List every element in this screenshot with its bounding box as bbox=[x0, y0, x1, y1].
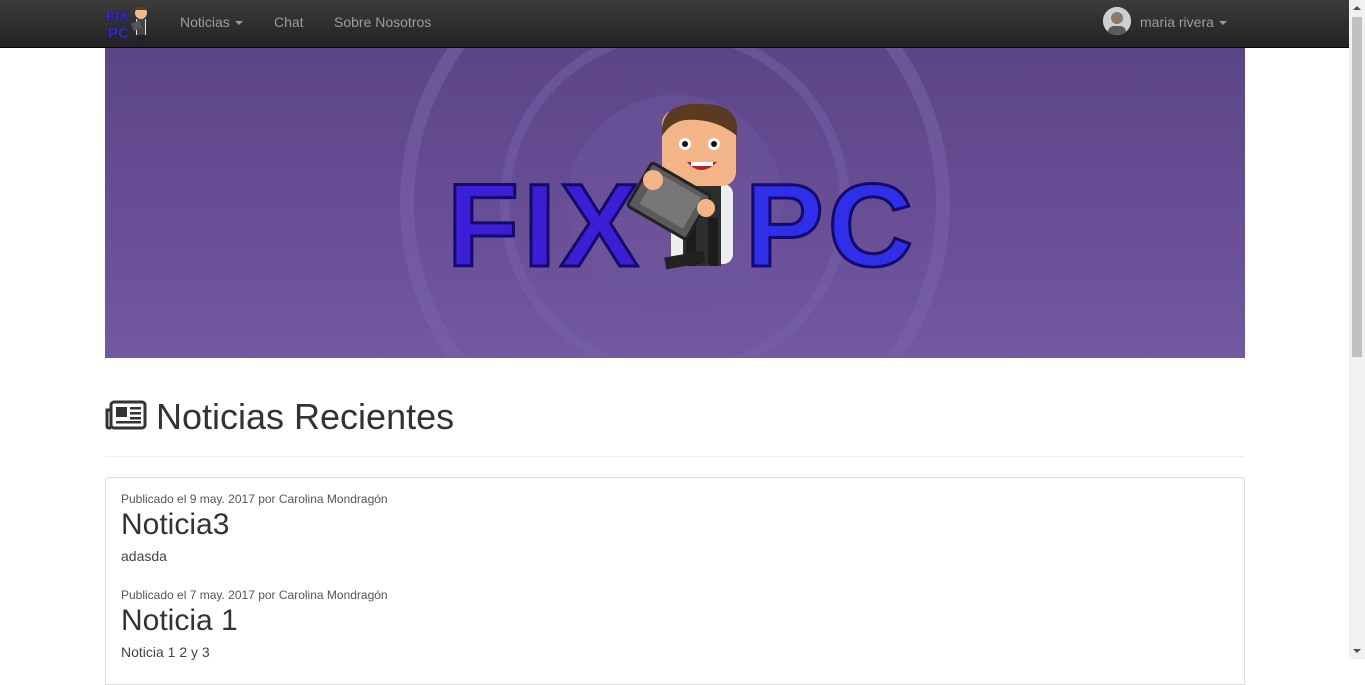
scrollbar-thumb[interactable] bbox=[1352, 17, 1362, 357]
avatar bbox=[1103, 7, 1131, 35]
news-body: adasda bbox=[121, 548, 167, 564]
banner-logo-right: PC bbox=[745, 160, 917, 292]
news-item[interactable]: Publicado el 9 may. 2017 por Carolina Mo… bbox=[105, 477, 1245, 575]
divider bbox=[105, 456, 1245, 457]
brand-logo[interactable]: FIX PC bbox=[105, 5, 151, 43]
nav-sobre-nosotros[interactable]: Sobre Nosotros bbox=[334, 14, 431, 30]
news-meta: Publicado el 7 may. 2017 por Carolina Mo… bbox=[121, 588, 388, 602]
nav-chat[interactable]: Chat bbox=[274, 14, 304, 30]
top-navbar: FIX PC Noticias Chat Sobre Nosotros mari… bbox=[0, 0, 1349, 48]
page-title: Noticias Recientes bbox=[156, 396, 455, 437]
news-list: Publicado el 9 may. 2017 por Carolina Mo… bbox=[105, 477, 1245, 685]
nav-chat-label: Chat bbox=[274, 14, 304, 30]
chevron-down-icon bbox=[1218, 21, 1227, 26]
news-item[interactable]: Publicado el 7 may. 2017 por Carolina Mo… bbox=[105, 574, 1245, 685]
news-title[interactable]: Noticia 1 bbox=[121, 604, 238, 638]
brand-text-top: FIX bbox=[106, 8, 129, 25]
nav-noticias-label: Noticias bbox=[180, 14, 230, 30]
user-name: maria rivera bbox=[1140, 14, 1227, 30]
scroll-down-arrow-icon[interactable] bbox=[1349, 643, 1365, 659]
scroll-up-arrow-icon[interactable] bbox=[1349, 0, 1365, 16]
vertical-scrollbar[interactable] bbox=[1349, 0, 1365, 659]
news-meta: Publicado el 9 may. 2017 por Carolina Mo… bbox=[121, 492, 388, 506]
banner-logo-left: FIX bbox=[447, 160, 643, 292]
brand-text-bottom: PC bbox=[108, 25, 129, 42]
news-title[interactable]: Noticia3 bbox=[121, 508, 229, 542]
newspaper-icon bbox=[105, 400, 147, 432]
nav-noticias-dropdown[interactable]: Noticias bbox=[180, 14, 243, 30]
nav-sobre-nosotros-label: Sobre Nosotros bbox=[334, 14, 432, 30]
news-body: Noticia 1 2 y 3 bbox=[121, 644, 210, 660]
chevron-down-icon bbox=[234, 21, 243, 26]
hero-banner: FIX PC bbox=[105, 48, 1245, 358]
